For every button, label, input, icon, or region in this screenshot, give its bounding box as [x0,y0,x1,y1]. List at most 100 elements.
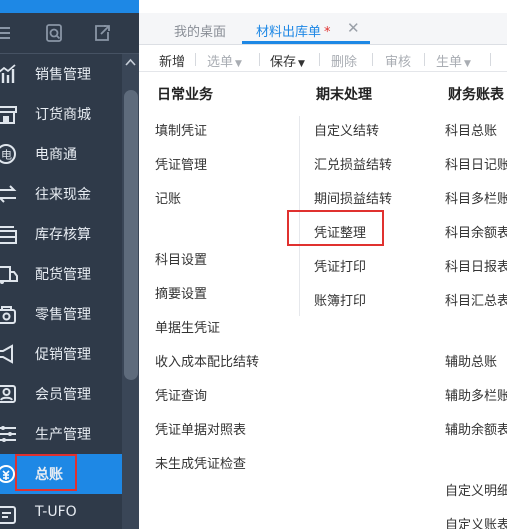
sidebar-item-production[interactable]: 生产管理 [0,414,122,454]
link-custom-detail[interactable]: 自定义明细 [445,480,507,499]
inventory-icon [0,226,17,244]
link-account-summary[interactable]: 科目汇总表 [445,290,507,309]
sidebar-item-ecommerce[interactable]: 电 电商通 [0,134,122,174]
link-account-setup[interactable]: 科目设置 [155,249,207,268]
toolbar-divider [372,53,373,66]
tab-bar: 我的桌面 材料出库单 * ✕ [139,13,507,45]
sidebar-item-label: 往来现金 [35,187,91,203]
sidebar-item-mall[interactable]: 订货商城 [0,94,122,134]
column-title-finance: 财务账表 [448,87,504,103]
tab-label: 材料出库单 [256,25,322,40]
sidebar-item-promotion[interactable]: 促销管理 [0,334,122,374]
link-fill-voucher[interactable]: 填制凭证 [155,120,207,139]
save-button-label: 保存 [270,55,297,70]
link-exchange-gain-transfer[interactable]: 汇兑损益结转 [314,154,392,173]
select-button[interactable]: 选单 ▼ [207,51,242,70]
export-doc-icon[interactable] [92,23,112,43]
scroll-up-icon[interactable] [125,58,136,66]
sidebar: 销售管理 订货商城 电 电商通 往来现金 库存核算 配货管理 零售管理 促销管理… [0,0,139,529]
tab-modified-mark: * [324,25,331,40]
toolbar: 新增 选单 ▼ 保存 ▼ 删除 审核 生单 ▼ [139,46,507,72]
column-title-period-end: 期末处理 [316,87,372,103]
sidebar-item-delivery[interactable]: 配货管理 [0,254,122,294]
link-voucher-query[interactable]: 凭证查询 [155,385,207,404]
sidebar-item-inventory[interactable]: 库存核算 [0,214,122,254]
sidebar-item-label: 生产管理 [35,427,91,443]
audit-button[interactable]: 审核 [385,51,411,70]
store-icon [0,106,17,124]
link-account-journal[interactable]: 科目日记账 [445,154,507,173]
sidebar-item-label: 销售管理 [35,67,91,83]
delivery-icon [0,266,18,284]
tab-material-outbound[interactable]: 材料出库单 * [256,21,331,40]
toolbar-divider [259,53,260,66]
sidebar-scroll-thumb[interactable] [124,90,138,380]
sidebar-item-member[interactable]: 会员管理 [0,374,122,414]
sidebar-item-label: 促销管理 [35,347,91,363]
sidebar-item-label: 零售管理 [35,307,91,323]
exchange-icon [0,185,17,203]
link-ledger-print[interactable]: 账簿打印 [314,290,366,309]
sidebar-item-cash[interactable]: 往来现金 [0,174,122,214]
generate-button-label: 生单 [436,55,463,70]
chevron-down-icon: ▼ [464,59,471,69]
member-icon [0,385,16,403]
toolbar-divider [424,53,425,66]
new-button[interactable]: 新增 [159,51,185,70]
link-account-balance[interactable]: 科目余额表 [445,222,507,241]
retail-icon [0,306,16,324]
link-aux-multicolumn[interactable]: 辅助多栏账 [445,385,507,404]
link-voucher-print[interactable]: 凭证打印 [314,256,366,275]
sidebar-item-label: 库存核算 [35,227,91,243]
sidebar-toolbar [0,13,139,55]
sidebar-item-label: 电商通 [35,147,77,163]
ecommerce-icon: 电 [0,144,16,164]
search-doc-icon[interactable] [44,23,64,43]
menu-icon[interactable] [0,23,14,43]
link-account-daily-report[interactable]: 科目日报表 [445,256,507,275]
svg-text:电: 电 [1,149,12,162]
sales-chart-icon [0,64,16,83]
link-summary-setup[interactable]: 摘要设置 [155,283,207,302]
generate-button[interactable]: 生单 ▼ [436,51,471,70]
link-ungenerated-voucher-check[interactable]: 未生成凭证检查 [155,453,246,472]
link-account-general-ledger[interactable]: 科目总账 [445,120,497,139]
sidebar-item-sales[interactable]: 销售管理 [0,54,122,94]
link-voucher-management[interactable]: 凭证管理 [155,154,207,173]
toolbar-divider [319,53,320,66]
module-menu-panel: 日常业务 填制凭证 凭证管理 记账 科目设置 摘要设置 单据生凭证 收入成本配比… [139,72,507,529]
tab-active-indicator [242,41,370,44]
column-title-daily: 日常业务 [157,87,213,103]
link-custom-report[interactable]: 自定义账表 [445,514,507,529]
tab-my-desktop[interactable]: 我的桌面 [174,21,226,40]
close-icon[interactable]: ✕ [347,21,360,36]
sidebar-top-strip [0,0,139,13]
link-aux-general-ledger[interactable]: 辅助总账 [445,351,497,370]
sidebar-item-label: 会员管理 [35,387,91,403]
toolbar-divider [195,53,196,66]
sidebar-item-label: 配货管理 [35,267,91,283]
voucher-arrange-highlight [287,210,384,246]
chevron-down-icon: ▼ [235,59,242,69]
active-item-highlight [15,454,77,491]
sidebar-item-label: T-UFO [35,504,77,520]
link-custom-transfer[interactable]: 自定义结转 [314,120,379,139]
sidebar-item-tufo[interactable]: T-UFO [0,494,122,529]
link-revenue-cost-matching[interactable]: 收入成本配比结转 [155,351,259,370]
sidebar-item-label: 订货商城 [35,107,91,123]
chevron-down-icon: ▼ [298,59,305,69]
toolbar-divider [490,53,491,66]
production-icon [0,426,16,442]
link-aux-balance[interactable]: 辅助余额表 [445,419,507,438]
report-icon [0,506,16,524]
delete-button[interactable]: 删除 [331,51,357,70]
link-doc-to-voucher[interactable]: 单据生凭证 [155,317,220,336]
link-post-voucher[interactable]: 记账 [155,188,181,207]
link-period-pl-transfer[interactable]: 期间损益结转 [314,188,392,207]
megaphone-icon [0,344,13,364]
sidebar-item-retail[interactable]: 零售管理 [0,294,122,334]
link-account-multicolumn[interactable]: 科目多栏账 [445,188,507,207]
select-button-label: 选单 [207,55,234,70]
save-button[interactable]: 保存 ▼ [270,51,305,70]
link-voucher-doc-mapping[interactable]: 凭证单据对照表 [155,419,246,438]
